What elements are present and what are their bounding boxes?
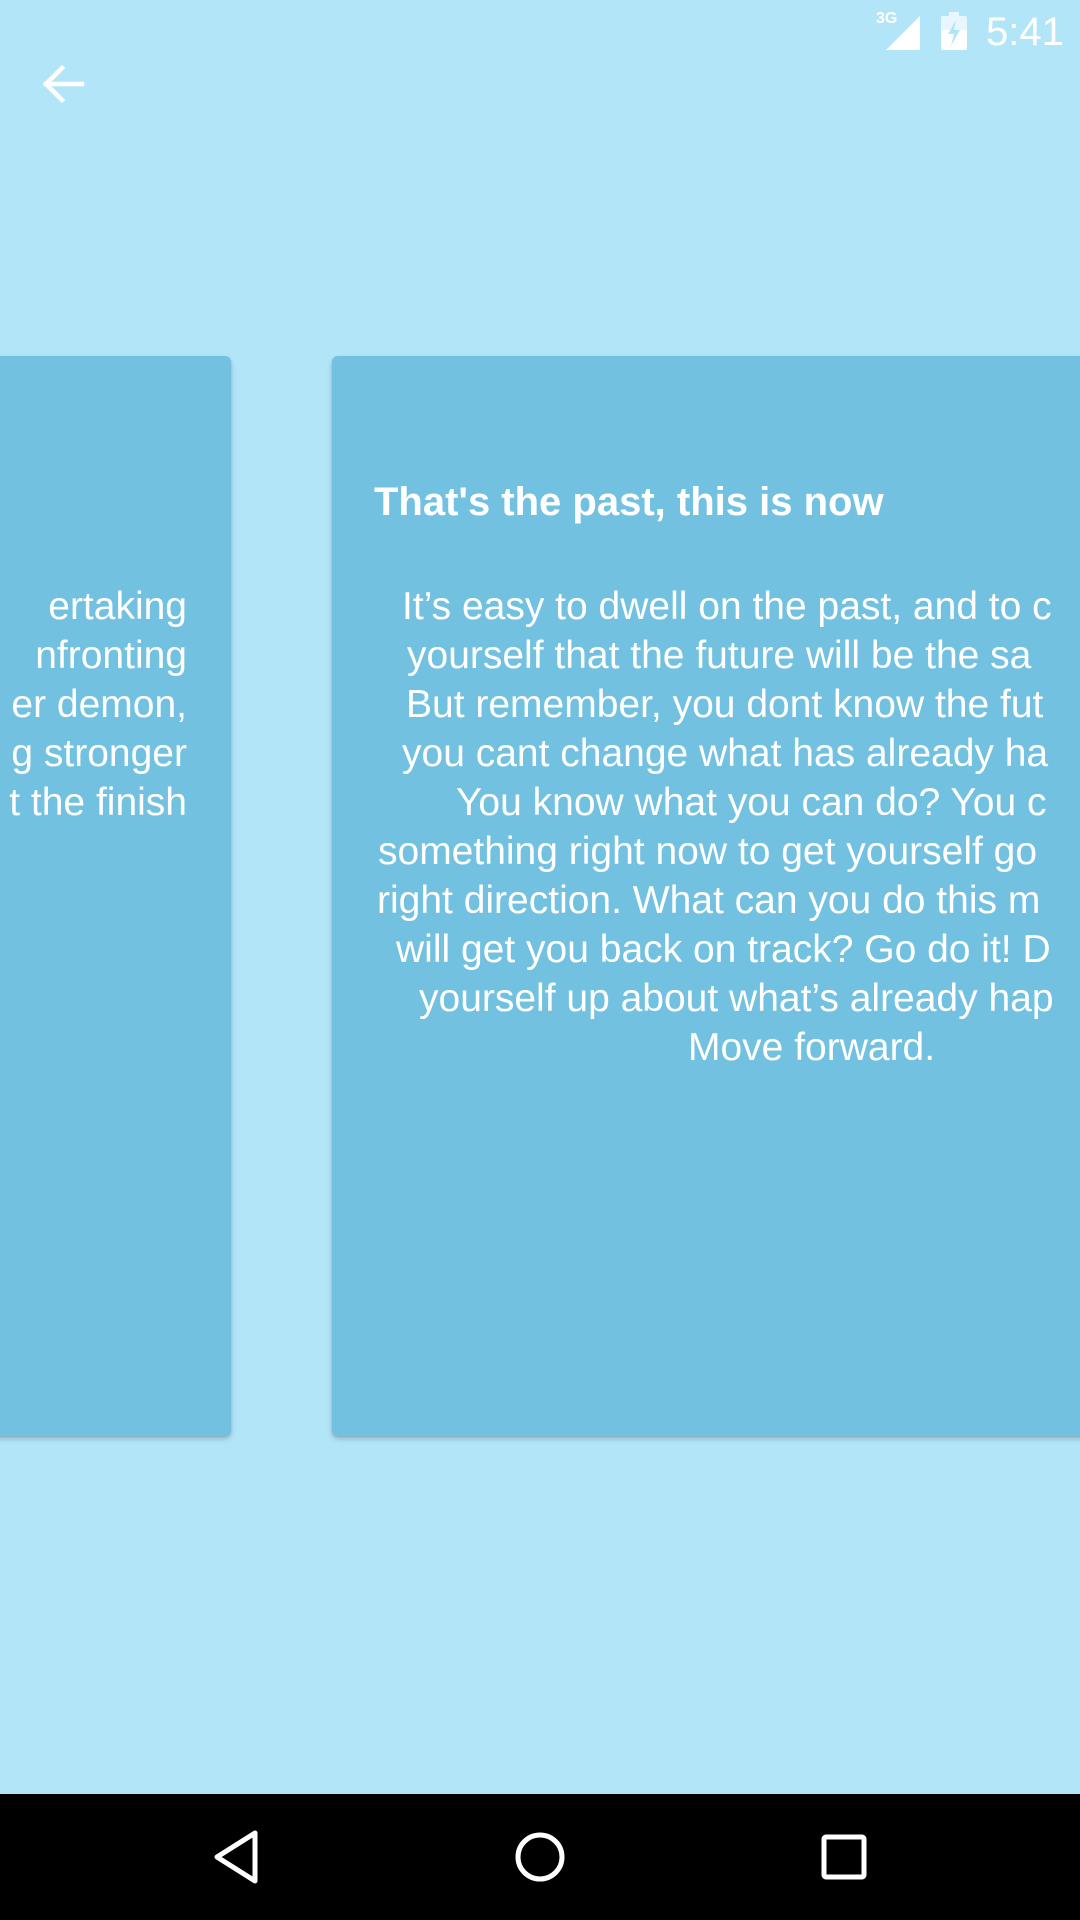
battery-charging-icon	[940, 12, 968, 50]
cell-signal-icon	[886, 16, 920, 50]
previous-card-line: nfronting	[35, 634, 187, 677]
previous-card-line: t the finish	[9, 781, 187, 824]
nav-back-button[interactable]	[191, 1812, 281, 1902]
previous-card-body: ertaking nfronting er demon, g stronger …	[0, 582, 187, 827]
card-body: It’s easy to dwell on the past, and to c…	[374, 582, 1080, 1072]
card-body-line: something right now to get yourself go	[378, 830, 1038, 873]
square-recents-icon	[821, 1834, 867, 1880]
card-body-line: It’s easy to dwell on the past, and to c	[402, 585, 1052, 628]
card-body-line: Move forward.	[688, 1026, 936, 1069]
arrow-left-icon	[42, 64, 85, 104]
navigation-bar	[0, 1794, 1080, 1920]
card-body-line: You know what you can do? You c	[456, 781, 1047, 824]
card-body-line: yourself up about what’s already hap	[419, 977, 1054, 1020]
card-title: That's the past, this is now	[374, 480, 884, 524]
status-bar: 3G 5:41	[0, 0, 1080, 64]
card-body-line: But remember, you dont know the fut	[406, 683, 1044, 726]
card-body-line: right direction. What can you do this m	[377, 879, 1041, 922]
card-body-line: yourself that the future will be the sa	[407, 634, 1032, 677]
card-body-line: will get you back on track? Go do it! D	[396, 928, 1051, 971]
nav-recents-button[interactable]	[799, 1812, 889, 1902]
previous-card[interactable]: ertaking nfronting er demon, g stronger …	[0, 356, 231, 1436]
status-time: 5:41	[986, 10, 1064, 54]
nav-home-button[interactable]	[495, 1812, 585, 1902]
previous-card-line: er demon,	[11, 683, 187, 726]
back-button[interactable]	[24, 44, 104, 124]
current-card[interactable]: That's the past, this is now It’s easy t…	[332, 356, 1080, 1436]
screen: 3G 5:41 ertaking nfronting er demon, g s…	[0, 0, 1080, 1920]
triangle-back-icon	[214, 1830, 258, 1884]
previous-card-line: ertaking	[48, 585, 187, 628]
circle-home-icon	[515, 1832, 565, 1882]
network-indicator: 3G	[876, 10, 922, 50]
previous-card-line: g stronger	[11, 732, 187, 775]
card-body-line: you cant change what has already ha	[402, 732, 1049, 775]
